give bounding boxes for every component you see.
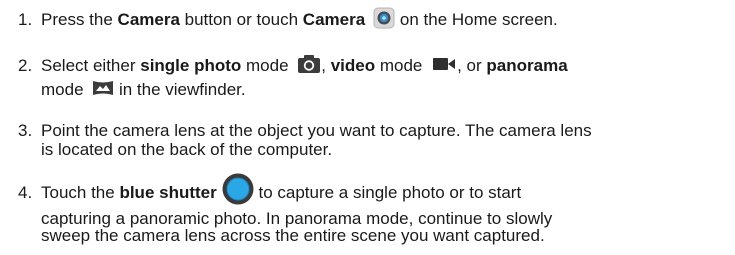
step-continuation: is located on the back of the computer. <box>41 140 333 159</box>
step-text: Press the Camera button or touch Camera … <box>41 7 558 30</box>
step-number: 2. <box>18 56 33 75</box>
bold-panorama: panorama <box>486 56 568 75</box>
camera-app-icon <box>373 7 395 29</box>
step-3: 3. Point the camera lens at the object yo… <box>18 121 728 158</box>
step-number: 3. <box>18 121 33 140</box>
step-continuation: sweep the camera lens across the entire … <box>41 226 545 245</box>
bold-video: video <box>330 56 376 75</box>
step-continuation: mode in the viewfinder. <box>41 79 246 99</box>
bold-camera-app: Camera <box>302 10 366 30</box>
step-number: 4. <box>18 183 33 203</box>
video-mode-icon <box>433 57 457 71</box>
bold-camera-button: Camera <box>117 10 180 30</box>
step-continuation: capturing a panoramic photo. In panorama… <box>41 209 553 228</box>
bold-single-photo: single photo <box>140 56 242 75</box>
step-text: Point the camera lens at the object you … <box>41 121 592 140</box>
blue-shutter-icon <box>222 173 254 205</box>
photo-mode-icon <box>297 54 321 74</box>
panorama-mode-icon <box>92 79 114 97</box>
step-text: Select either single photo mode , video … <box>18 54 728 100</box>
bold-blue-shutter: blue shutter <box>119 183 217 203</box>
step-number: 1. <box>18 10 33 30</box>
step-4: 4. Touch the blue shutter to capture a si… <box>18 173 728 245</box>
camera-instructions: 1. Press the Camera button or touch Camer… <box>0 0 735 255</box>
step-text: Touch the blue shutter to capture a sing… <box>41 173 521 205</box>
step-2: 2. Select either single photo mode , vide… <box>18 54 728 100</box>
step-1: 1. Press the Camera button or touch Camer… <box>18 7 728 32</box>
